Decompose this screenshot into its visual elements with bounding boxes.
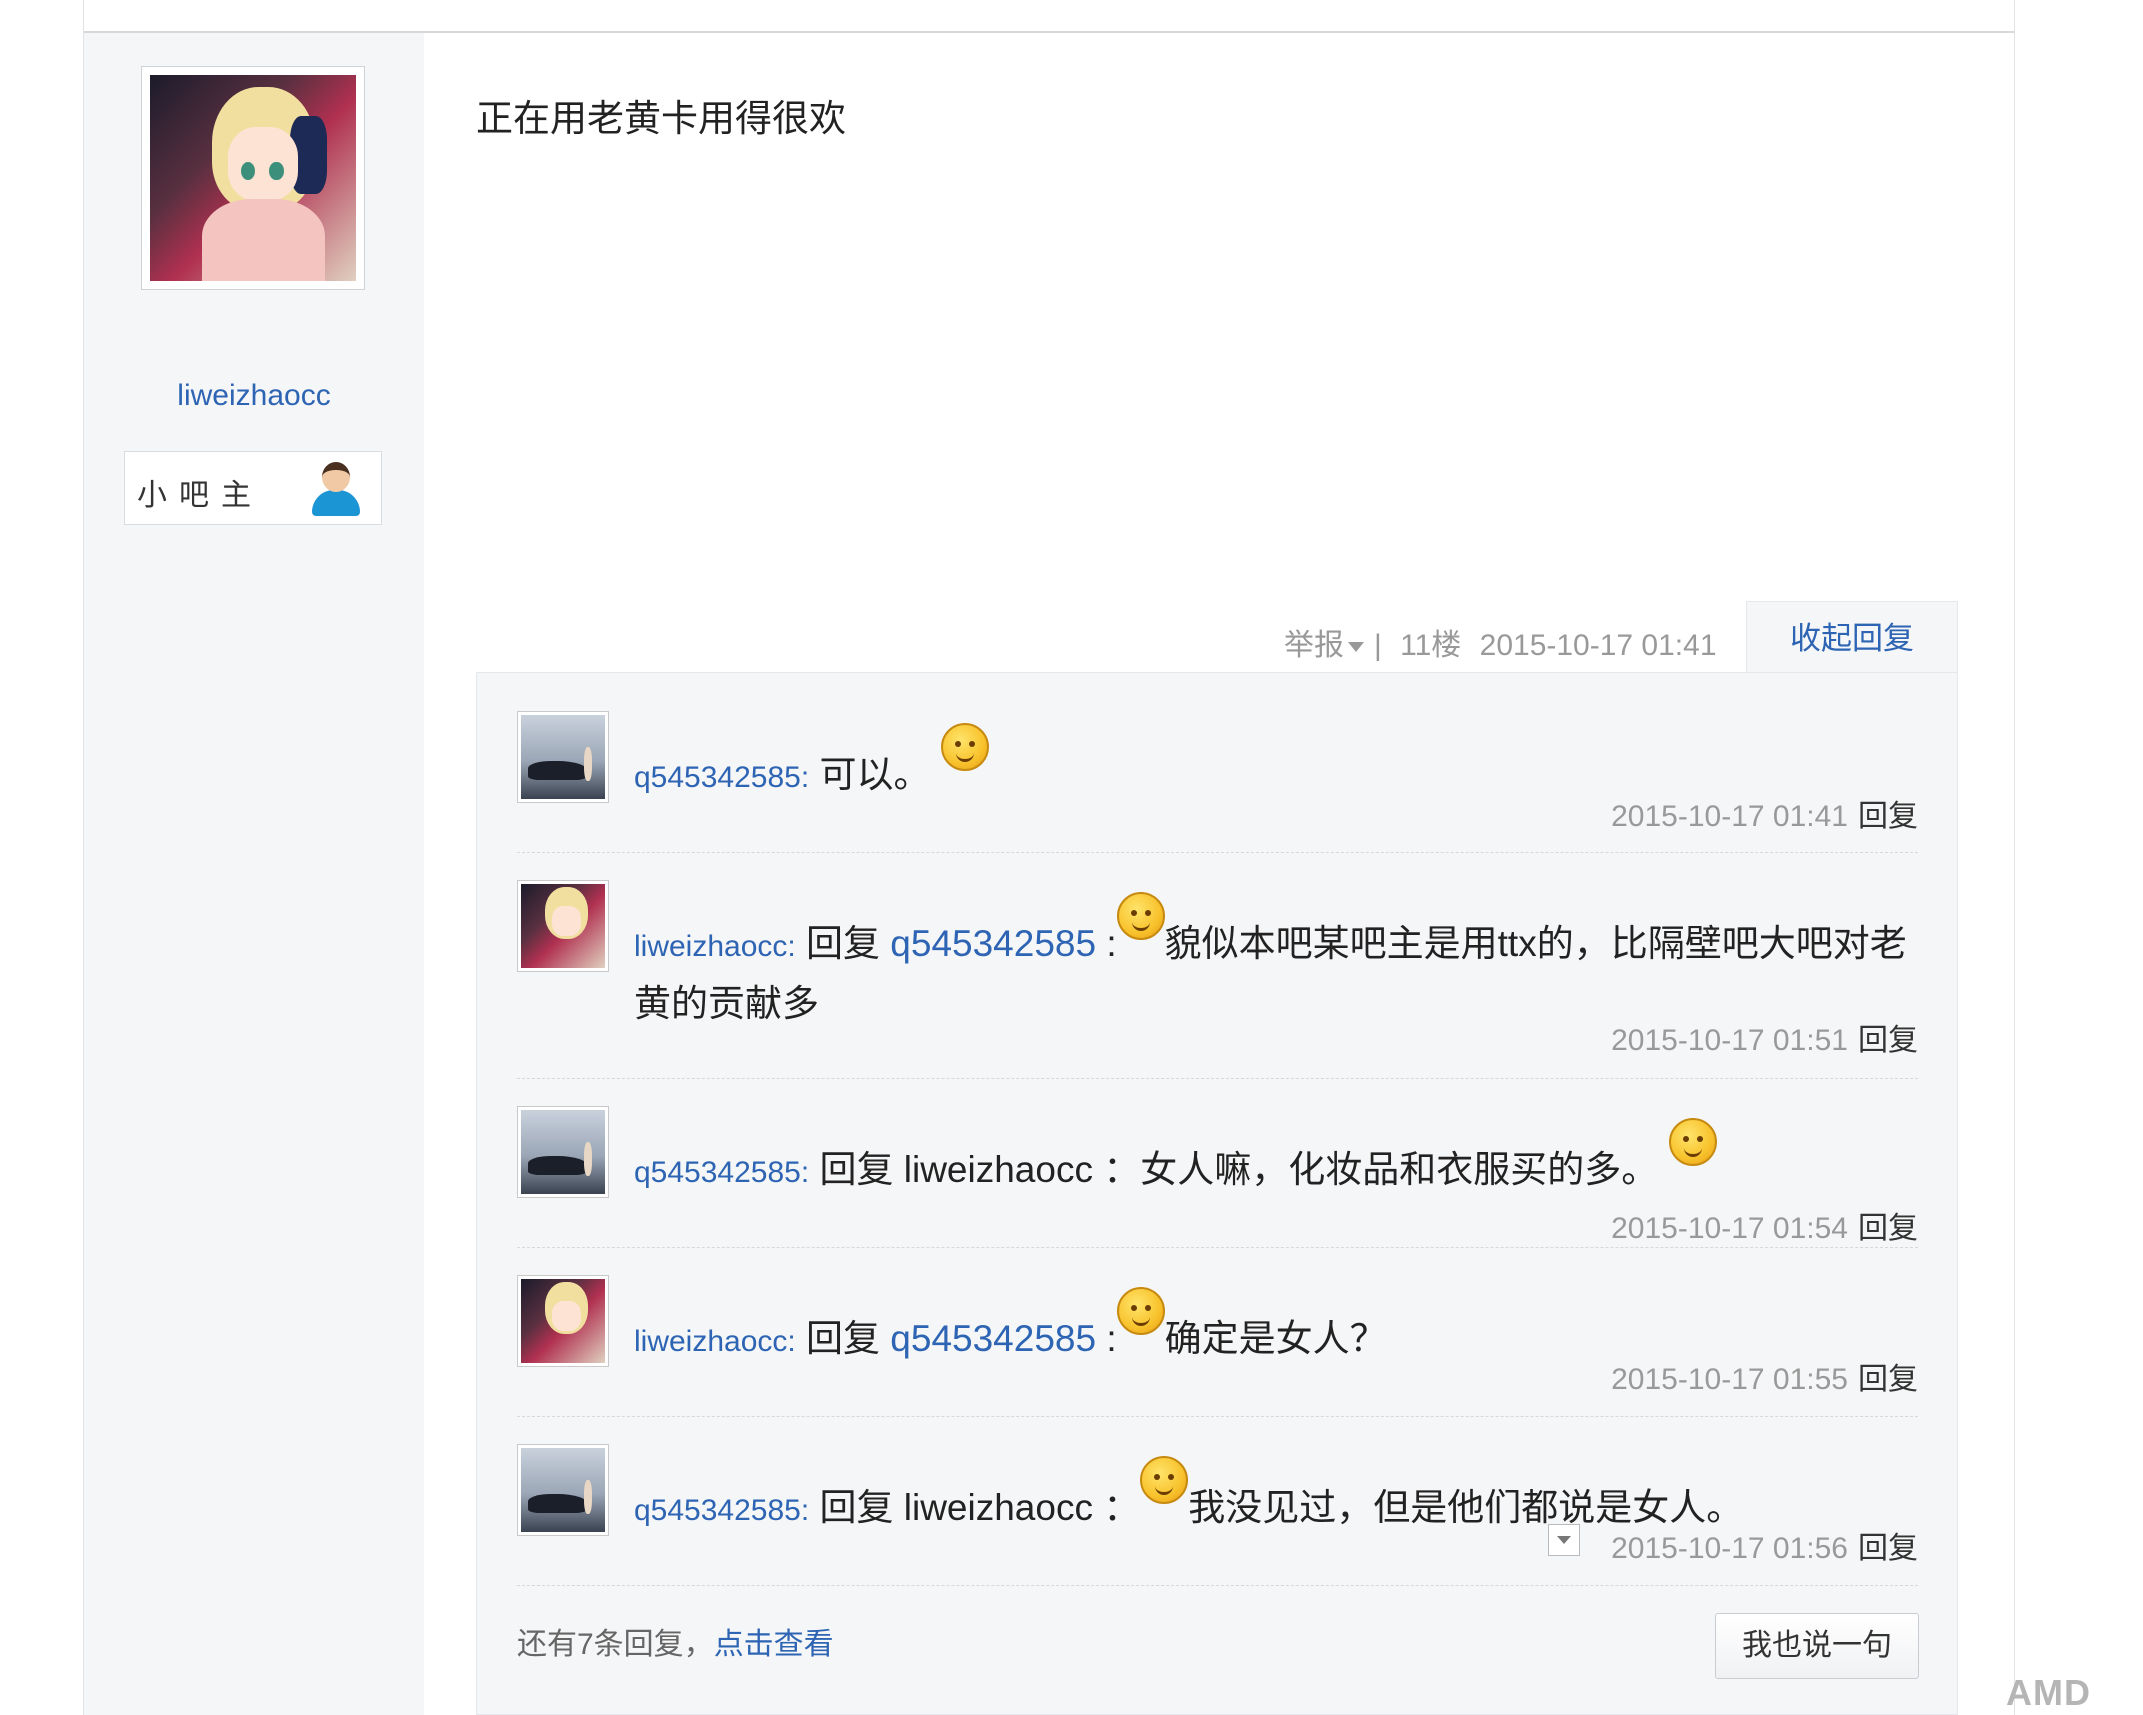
shy-emoji-icon [1668,1118,1717,1166]
reply-button[interactable]: 回复 [1858,1024,1918,1057]
reply-avatar[interactable] [517,711,609,803]
anime-girl-avatar-icon [521,884,605,968]
reply-footer: 2015-10-17 01:41 回复 [1611,791,1918,835]
chevron-down-icon[interactable] [1548,1524,1580,1556]
reply-text: q545342585: 回复 liweizhaocc ：女人嘛，化妆品和衣服买的… [634,1118,1918,1201]
smile-emoji-icon [1116,892,1165,940]
reply-list: q545342585: 可以。 2015-10-17 01:41 回复 liwei… [476,672,1958,1715]
reply-username[interactable]: q545342585: [634,1156,809,1189]
reply-body: 可以。 [819,754,931,795]
car-avatar-icon [521,1448,605,1532]
author-name-link[interactable]: liweizhaocc [84,379,424,413]
person-icon [308,460,364,518]
reply-avatar[interactable] [517,1444,609,1536]
reply-body: 我没见过，但是他们都说是女人。 [1188,1487,1744,1528]
car-avatar-icon [521,715,605,799]
reply-username[interactable]: q545342585: [634,761,809,794]
collapse-replies-button[interactable]: 收起回复 [1746,601,1958,673]
reply-divider [517,1585,1918,1586]
reply-time: 2015-10-17 01:55 [1611,1363,1848,1396]
reply-username[interactable]: liweizhaocc: [634,930,796,963]
post-page: liweizhaocc 小吧主 正在用老黄卡用得很欢 举报 | 11楼 2015-… [83,0,2015,1715]
reply-footer: 2015-10-17 01:56 回复 [1611,1523,1918,1567]
reply-divider [517,852,1918,853]
reply-time: 2015-10-17 01:54 [1611,1212,1848,1245]
reply-button[interactable]: 回复 [1858,1212,1918,1245]
floor-number: 11楼 [1400,629,1462,662]
sleepy-emoji-icon [1140,1456,1189,1504]
reply-button[interactable]: 回复 [1858,1363,1918,1396]
reply-footer: 2015-10-17 01:54 回复 [1611,1203,1918,1247]
reply-body: 女人嘛，化妆品和衣服买的多。 [1140,1149,1659,1190]
anime-girl-avatar-icon [150,75,356,281]
meta-separator: | [1374,629,1382,662]
reply-divider [517,1416,1918,1417]
reply-avatar[interactable] [517,1275,609,1367]
author-sidebar: liweizhaocc 小吧主 [84,33,424,1715]
reply-footer: 2015-10-17 01:55 回复 [1611,1354,1918,1398]
reply-time: 2015-10-17 01:41 [1611,800,1848,833]
reply-divider [517,1247,1918,1248]
reply-target-link[interactable]: q545342585 [890,1318,1096,1359]
post-time: 2015-10-17 01:41 [1479,629,1717,662]
reply-body: 确定是女人？ [1164,1318,1387,1359]
add-comment-button[interactable]: 我也说一句 [1715,1613,1919,1679]
reply-target-link[interactable]: q545342585 [890,923,1096,964]
reply-prefix: 回复 [806,1318,881,1359]
reply-time: 2015-10-17 01:51 [1611,1024,1848,1057]
reply-avatar[interactable] [517,1106,609,1198]
reply-avatar[interactable] [517,880,609,972]
more-replies-text: 还有7条回复， [517,1628,714,1661]
reply-button[interactable]: 回复 [1858,800,1918,833]
post-content: 正在用老黄卡用得很欢 [476,98,846,139]
role-badge[interactable]: 小吧主 [124,451,382,525]
smile-emoji-icon [1116,1287,1165,1335]
reply-colon: : [1106,923,1117,964]
reply-username[interactable]: liweizhaocc: [634,1325,796,1358]
anime-girl-avatar-icon [521,1279,605,1363]
reply-colon: : [1106,1318,1117,1359]
author-avatar[interactable] [141,66,365,290]
more-replies: 还有7条回复，点击查看 [517,1619,834,1663]
report-dropdown-icon[interactable] [1348,642,1364,653]
reply-prefix: 回复 liweizhaocc ： [819,1487,1141,1528]
post-meta: 举报 | 11楼 2015-10-17 01:41 [1284,620,1717,664]
reply-text: liweizhaocc: 回复 q545342585 : 貌似本吧某吧主是用ttx… [634,892,1918,1032]
role-label: 小吧主 [137,479,263,512]
view-more-link[interactable]: 点击查看 [714,1628,834,1661]
reply-time: 2015-10-17 01:56 [1611,1532,1848,1565]
angry-emoji-icon [940,723,989,771]
reply-prefix: 回复 liweizhaocc ： [819,1149,1141,1190]
reply-divider [517,1078,1918,1079]
report-link[interactable]: 举报 [1284,629,1344,662]
car-avatar-icon [521,1110,605,1194]
reply-footer: 2015-10-17 01:51 回复 [1611,1015,1918,1059]
reply-username[interactable]: q545342585: [634,1494,809,1527]
reply-button[interactable]: 回复 [1858,1532,1918,1565]
amd-watermark: AMD [2006,1672,2091,1713]
reply-prefix: 回复 [806,923,881,964]
